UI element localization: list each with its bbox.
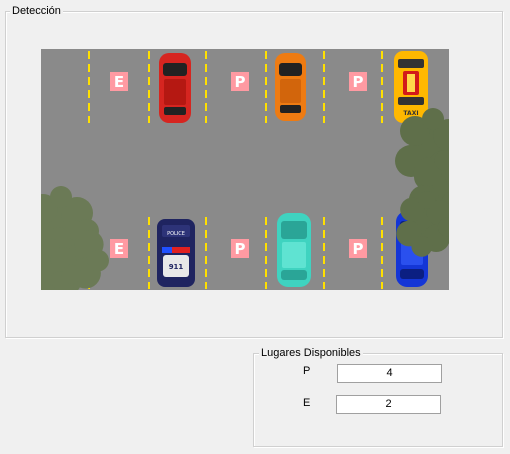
spot-label-top-2: P <box>235 73 246 91</box>
p-value-field[interactable]: 4 <box>337 364 442 383</box>
lugares-disponibles-panel: Lugares Disponibles P 4 E 2 <box>253 347 503 447</box>
police-text: POLICE <box>167 231 185 237</box>
spot-label-top-3: P <box>353 73 364 91</box>
spot-label-bottom-2: P <box>235 240 246 258</box>
e-label: E <box>303 397 311 409</box>
teal-car <box>277 213 311 287</box>
orange-car <box>275 53 306 121</box>
parking-lot-image: E P P E P P TAXI POLICE 911 <box>41 49 449 290</box>
spot-label-top-1: E <box>114 73 124 91</box>
police-number: 911 <box>169 263 184 271</box>
deteccion-title: Detección <box>10 5 63 18</box>
spot-label-bottom-3: P <box>353 240 364 258</box>
red-car <box>159 53 191 123</box>
police-car: POLICE 911 <box>157 219 195 287</box>
e-value-field[interactable]: 2 <box>336 395 441 414</box>
spot-label-bottom-1: E <box>114 240 124 258</box>
taxi-car: TAXI <box>394 51 428 123</box>
lugares-title: Lugares Disponibles <box>259 347 363 360</box>
taxi-text: TAXI <box>403 110 418 117</box>
p-label: P <box>303 365 311 377</box>
